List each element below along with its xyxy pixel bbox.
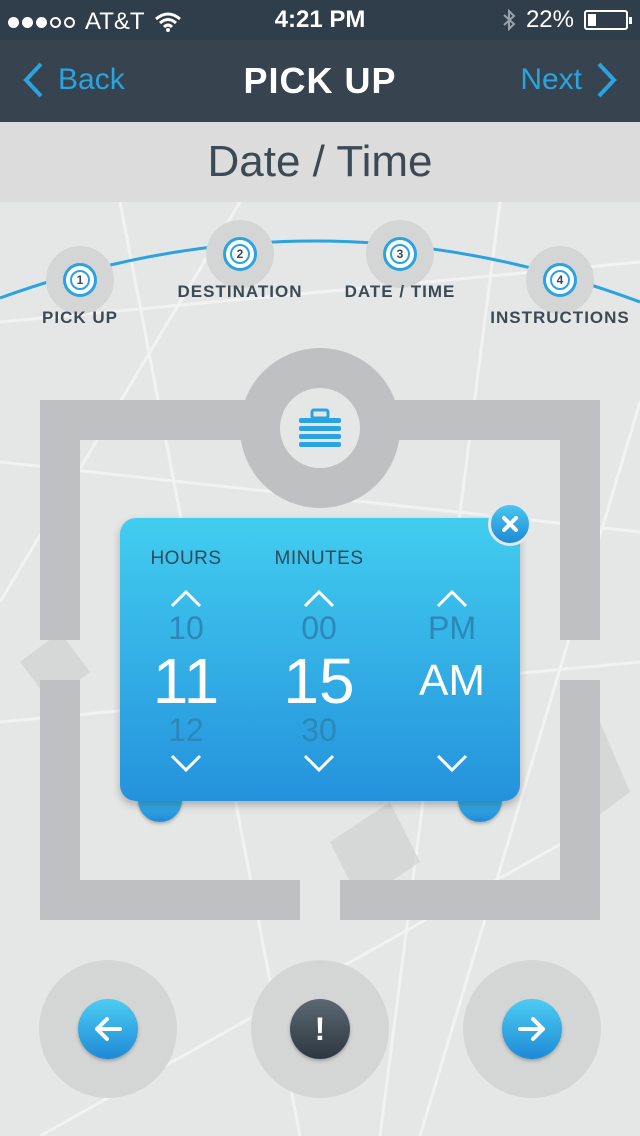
step-date-time[interactable]: 3 DATE / TIME (345, 220, 454, 301)
step-pick-up[interactable]: 1 PICK UP (42, 246, 117, 327)
info-button[interactable]: ! (290, 999, 350, 1059)
minutes-prev[interactable]: 00 (259, 610, 379, 647)
step-number: 2 (230, 244, 250, 264)
arrow-right-icon (518, 1017, 545, 1041)
navigation-bar: Back PICK UP Next (0, 40, 640, 122)
period-prev[interactable]: PM (392, 610, 512, 647)
close-button[interactable] (488, 502, 532, 546)
minutes-next[interactable]: 30 (259, 712, 379, 749)
minutes-header: MINUTES (274, 548, 364, 569)
step-label: PICK UP (42, 308, 118, 327)
exclamation-icon: ! (314, 1010, 326, 1047)
step-label: DATE / TIME (344, 282, 456, 301)
close-icon (502, 516, 518, 532)
step-number: 4 (550, 270, 570, 290)
time-picker-popup: HOURS 10 11 12 MINUTES 00 15 30 PM AM (120, 518, 520, 801)
hours-prev[interactable]: 10 (126, 610, 246, 647)
hours-current[interactable]: 11 (126, 644, 246, 718)
step-number: 1 (70, 270, 90, 290)
battery-icon (584, 10, 632, 30)
frame-bottom-right (340, 880, 600, 920)
minutes-current[interactable]: 15 (259, 644, 379, 718)
hours-down-icon[interactable] (126, 750, 246, 774)
arrow-left-icon (95, 1017, 122, 1041)
step-destination[interactable]: 2 DESTINATION (178, 220, 301, 301)
period-current[interactable]: AM (392, 656, 512, 706)
bluetooth-icon (503, 8, 516, 32)
section-title: Date / Time (0, 122, 640, 202)
hours-header: HOURS (150, 548, 222, 569)
step-label: INSTRUCTIONS (490, 308, 630, 327)
period-down-icon[interactable] (392, 750, 512, 774)
period-up-icon[interactable] (392, 586, 512, 610)
hours-next[interactable]: 12 (126, 712, 246, 749)
step-number: 3 (390, 244, 410, 264)
briefcase-icon (299, 408, 341, 447)
next-label: Next (520, 63, 582, 96)
step-instructions[interactable]: 4 INSTRUCTIONS (490, 246, 629, 327)
frame-bottom-left (40, 880, 300, 920)
next-button[interactable]: Next (520, 62, 618, 98)
status-bar: AT&T 4:21 PM 22% (0, 0, 640, 40)
hours-up-icon[interactable] (126, 586, 246, 610)
battery-percent: 22% (525, 6, 574, 33)
frame-right-upper (560, 400, 600, 640)
next-step-button[interactable] (502, 999, 562, 1059)
previous-step-button[interactable] (78, 999, 138, 1059)
minutes-down-icon[interactable] (259, 750, 379, 774)
status-right: 22% (502, 6, 632, 34)
frame-left-upper (40, 400, 80, 640)
step-label: DESTINATION (177, 282, 303, 301)
minutes-up-icon[interactable] (259, 586, 379, 610)
center-ring (240, 348, 400, 508)
chevron-right-icon (597, 62, 617, 98)
